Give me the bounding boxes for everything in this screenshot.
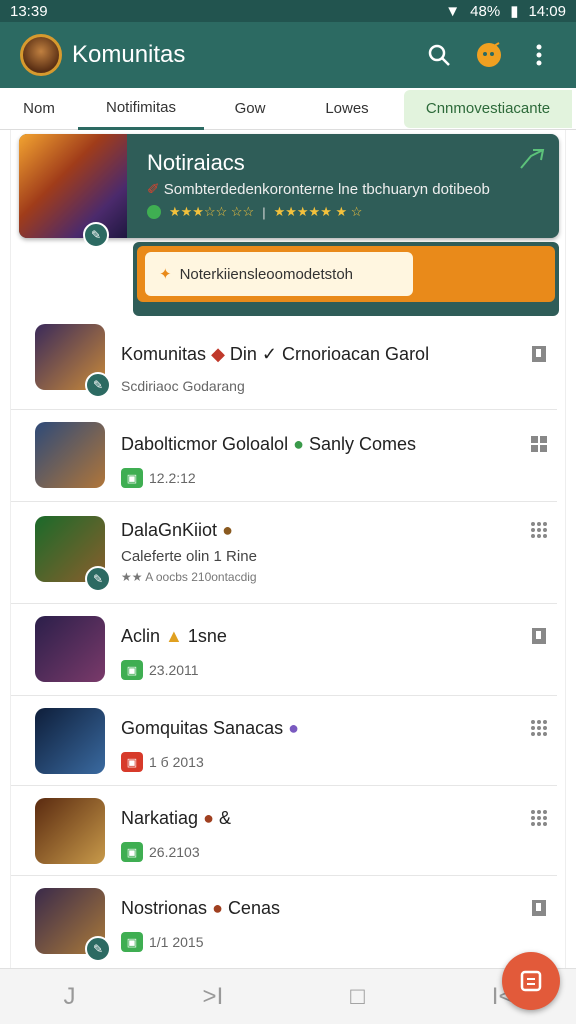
badge-icon: ●	[212, 898, 228, 918]
item-title: Komunitas	[121, 344, 207, 364]
apps-icon[interactable]	[529, 718, 549, 738]
featured-description-text: Sombterdedenkoronterne lne tbchuaryn dot…	[163, 181, 490, 198]
item-title-extra: 1sne	[187, 626, 227, 646]
status-bar: 13:39 ▼ 48% ▮ 14:09	[0, 0, 576, 22]
calendar-icon: ▣	[121, 932, 143, 952]
more-vert-icon	[536, 44, 542, 66]
feed: ✎ Notiraiacs ✐ Sombterdedenkoronterne ln…	[10, 130, 566, 970]
status-time: 13:39	[10, 2, 48, 20]
nav-item-2[interactable]: >I	[203, 983, 224, 1011]
share-icon	[520, 149, 545, 169]
bookmark-icon[interactable]	[529, 898, 549, 918]
list-item[interactable]: ✎ Komunitas ◆ Din ✓ Crnorioacan Garol Sc…	[11, 320, 557, 410]
sparkle-icon: ✦	[159, 266, 172, 283]
item-title: Nostrionas	[121, 898, 208, 918]
item-thumbnail	[35, 708, 105, 774]
tab-gow[interactable]: Gow	[204, 88, 296, 130]
list-item[interactable]: Aclin ▲ 1sne ▣ 23.2011	[11, 606, 557, 696]
list-item[interactable]: ✎ DalaGnKiiot ● Caleferte olin 1 Rine ★★…	[11, 504, 557, 604]
item-title: DalaGnKiiot	[121, 520, 218, 540]
tab-bar: Nom Notifimitas Gow Lowes Cnnmovestiacan…	[0, 88, 576, 130]
item-title: Gomquitas Sanacas	[121, 718, 284, 738]
edit-badge-icon[interactable]: ✎	[85, 936, 111, 962]
badge-icon: ●	[222, 520, 233, 540]
notification-card[interactable]: ✦ Noterkiiensleoomodetstoh	[133, 242, 559, 316]
list-item[interactable]: ✎ Nostrionas ● Cenas ▣ 1/1 2015	[11, 876, 557, 966]
calendar-icon: ▣	[121, 752, 143, 772]
verified-icon	[147, 205, 161, 219]
item-thumbnail	[35, 798, 105, 864]
item-title-extra: &	[218, 808, 231, 828]
item-title: Aclin	[121, 626, 161, 646]
home-button[interactable]: □	[350, 983, 365, 1011]
item-title: Dabolticmor Goloalol	[121, 434, 289, 454]
item-date: 26.2103	[149, 844, 200, 860]
system-nav-bar: J >I □ I<	[0, 968, 576, 1024]
battery-icon: ▮	[510, 3, 519, 20]
edit-badge-icon[interactable]: ✎	[85, 566, 111, 592]
item-rating: ★★ A oocbs 210ontacdig	[121, 570, 257, 584]
edit-badge-icon[interactable]: ✎	[83, 222, 109, 248]
grid-icon[interactable]	[529, 434, 549, 454]
badge-icon: ●	[203, 808, 219, 828]
tab-nom[interactable]: Nom	[0, 88, 78, 130]
featured-rating: ★★★☆☆ ☆☆ | ★★★★★ ★ ☆	[147, 204, 362, 220]
battery-percent: 48%	[470, 2, 501, 20]
list-item[interactable]: Narkatiag ● & ▣ 26.2103	[11, 786, 557, 876]
search-button[interactable]	[418, 34, 460, 76]
item-date: 12.2:12	[149, 470, 196, 486]
edit-badge-icon[interactable]: ✎	[85, 372, 111, 398]
flame-icon: ▲	[165, 626, 188, 646]
badge-icon: ●	[288, 718, 299, 738]
calendar-icon: ▣	[121, 842, 143, 862]
item-subtitle: Scdiriaoc Godarang	[121, 378, 245, 394]
tab-notifimitas[interactable]: Notifimitas	[78, 88, 204, 130]
tab-lowes[interactable]: Lowes	[296, 88, 398, 130]
tab-cta[interactable]: Cnnmovestiacante	[404, 89, 572, 128]
rating-left: ★★★☆☆ ☆☆	[169, 204, 255, 219]
item-subtitle: Caleferte olin 1 Rine	[121, 548, 257, 565]
list-item[interactable]: Dabolticmor Goloalol ● Sanly Comes ▣ 12.…	[11, 412, 557, 502]
bookmark-icon[interactable]	[529, 626, 549, 646]
notification-pill[interactable]: ✦ Noterkiiensleoomodetstoh	[145, 252, 413, 296]
featured-title: Notiraiacs	[147, 150, 245, 175]
chat-icon	[477, 42, 501, 67]
nav-item-1[interactable]: J	[64, 983, 76, 1011]
calendar-icon: ▣	[121, 660, 143, 680]
featured-description: ✐ Sombterdedenkoronterne lne tbchuaryn d…	[147, 180, 519, 198]
item-date: 1 б 2013	[149, 754, 204, 770]
item-title-extra: Din ✓ Crnorioacan Garol	[229, 344, 430, 364]
avatar[interactable]	[20, 34, 62, 76]
rating-right: ★★★★★ ★ ☆	[273, 204, 363, 219]
item-date: 1/1 2015	[149, 934, 204, 950]
item-title-extra: Cenas	[227, 898, 280, 918]
badge-icon: ●	[293, 434, 309, 454]
badge-icon: ◆	[211, 344, 230, 364]
apps-icon[interactable]	[529, 520, 549, 540]
community-button[interactable]	[468, 34, 510, 76]
featured-image	[19, 134, 127, 238]
app-title: Komunitas	[72, 41, 186, 68]
compose-icon	[520, 970, 542, 992]
bookmark-icon[interactable]	[529, 344, 549, 364]
search-icon	[428, 44, 450, 66]
featured-card[interactable]: ✎ Notiraiacs ✐ Sombterdedenkoronterne ln…	[19, 134, 559, 248]
item-date: 23.2011	[149, 662, 199, 678]
compose-fab[interactable]	[502, 952, 560, 1010]
calendar-icon: ▣	[121, 468, 143, 488]
overflow-menu-button[interactable]	[518, 34, 560, 76]
status-extra: 14:09	[528, 2, 566, 20]
notification-text: Noterkiiensleoomodetstoh	[179, 265, 354, 283]
apps-icon[interactable]	[529, 808, 549, 828]
item-thumbnail	[35, 616, 105, 682]
app-bar: Komunitas	[0, 22, 576, 88]
flag-icon: ✐	[147, 181, 164, 198]
item-title-extra: Sanly Comes	[308, 434, 417, 454]
list-item[interactable]: Gomquitas Sanacas ● ▣ 1 б 2013	[11, 696, 557, 786]
item-title: Narkatiag	[121, 808, 199, 828]
wifi-icon: ▼	[445, 2, 461, 20]
item-thumbnail	[35, 422, 105, 488]
share-button[interactable]	[519, 148, 545, 175]
